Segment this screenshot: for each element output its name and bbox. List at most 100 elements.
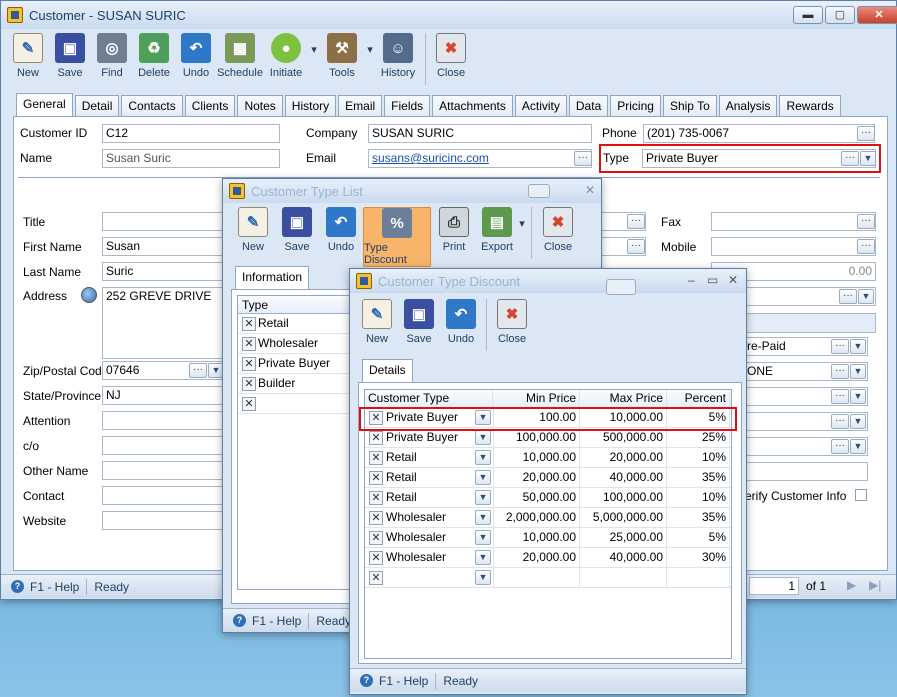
phone-lookup-button[interactable]: ···	[857, 126, 875, 141]
col-percent[interactable]: Percent	[667, 390, 730, 408]
ship-dropdown-button[interactable]: ▼	[850, 364, 866, 379]
right-combo-1-dropdown[interactable]: ▼	[858, 289, 874, 304]
co-field[interactable]	[102, 436, 227, 455]
delete-row-icon[interactable]: ✕	[242, 397, 256, 411]
find-button[interactable]: ◎ Find	[91, 33, 133, 79]
delete-row-icon[interactable]: ✕	[369, 431, 383, 445]
min-price-cell[interactable]: 20,000.00	[493, 468, 580, 488]
tab-general[interactable]: General	[16, 93, 73, 116]
customer-type-cell[interactable]: Wholesaler	[383, 528, 475, 548]
help-label[interactable]: F1 - Help	[252, 614, 301, 628]
max-price-cell[interactable]	[580, 568, 667, 588]
type-cell[interactable]: Retail	[258, 316, 289, 330]
close-button[interactable]: ✖ Close	[430, 33, 472, 79]
min-price-cell[interactable]: 100,000.00	[493, 428, 580, 448]
delete-button[interactable]: ♻ Delete	[133, 33, 175, 79]
name-field[interactable]: Susan Suric	[102, 149, 280, 168]
percent-cell[interactable]: 30%	[667, 548, 730, 568]
email-link[interactable]: susans@suricinc.com	[372, 151, 489, 165]
export-button[interactable]: ▤ Export	[477, 207, 517, 253]
help-label[interactable]: F1 - Help	[379, 674, 428, 688]
delete-row-icon[interactable]: ✕	[242, 357, 256, 371]
discount-row[interactable]: ✕ Wholesaler ▼ 20,000.00 40,000.00 30%	[365, 548, 731, 568]
tab-data[interactable]: Data	[568, 95, 609, 116]
percent-cell[interactable]: 35%	[667, 508, 730, 528]
next-page-icon[interactable]: ▶	[847, 578, 856, 592]
max-price-cell[interactable]: 25,000.00	[580, 528, 667, 548]
other-name-field[interactable]	[102, 461, 227, 480]
delete-row-icon[interactable]: ✕	[242, 377, 256, 391]
min-price-cell[interactable]: 20,000.00	[493, 548, 580, 568]
delete-row-icon[interactable]: ✕	[369, 511, 383, 525]
company-field[interactable]: SUSAN SURIC	[368, 124, 592, 143]
percent-cell[interactable]: 10%	[667, 448, 730, 468]
type-cell[interactable]: Builder	[258, 376, 295, 390]
right-field-6[interactable]	[743, 462, 868, 481]
right-field-4-dropdown[interactable]: ▼	[850, 414, 866, 429]
max-price-cell[interactable]: 500,000.00	[580, 428, 667, 448]
initiate-button[interactable]: ● Initiate	[263, 33, 309, 79]
discount-row[interactable]: ✕ Private Buyer ▼ 100,000.00 500,000.00 25%	[365, 428, 731, 448]
type-list-row[interactable]: ✕ Private Buyer	[238, 354, 366, 374]
zip-lookup-button[interactable]: ···	[189, 363, 207, 378]
discount-restore-icon[interactable]	[606, 279, 636, 295]
col-customer-type[interactable]: Customer Type	[365, 390, 493, 408]
type-cell[interactable]: Wholesaler	[258, 336, 318, 350]
title-field[interactable]	[102, 212, 227, 231]
right-field-4-lookup[interactable]: ···	[831, 414, 849, 429]
tools-button[interactable]: ⚒ Tools	[319, 33, 365, 79]
percent-cell[interactable]: 10%	[667, 488, 730, 508]
last-page-icon[interactable]: ▶|	[869, 578, 881, 592]
discount-minimize-icon[interactable]: –	[688, 273, 695, 287]
tab-clients[interactable]: Clients	[184, 95, 236, 116]
undo-button[interactable]: ↶ Undo	[175, 33, 217, 79]
first-name-field[interactable]: Susan	[102, 237, 227, 256]
maximize-button[interactable]: ▢	[825, 6, 855, 24]
fax-field[interactable]	[711, 212, 876, 231]
terms-dropdown-button[interactable]: ▼	[850, 339, 866, 354]
max-price-cell[interactable]: 40,000.00	[580, 468, 667, 488]
type-list-row[interactable]: ✕ Retail	[238, 314, 366, 334]
close-window-button[interactable]: ✕	[857, 6, 897, 24]
min-price-cell[interactable]: 10,000.00	[493, 448, 580, 468]
customer-type-cell[interactable]: Wholesaler	[383, 508, 475, 528]
tab-attachments[interactable]: Attachments	[432, 95, 513, 116]
print-button[interactable]: ⎙ Print	[431, 207, 477, 253]
type-list-close-icon[interactable]: ✕	[585, 183, 595, 197]
type-list-row[interactable]: ✕	[238, 394, 366, 414]
export-dropdown[interactable]: ▾	[517, 207, 527, 230]
delete-row-icon[interactable]: ✕	[369, 491, 383, 505]
discount-close-button[interactable]: ✖ Close	[491, 299, 533, 345]
right-field-3-dropdown[interactable]: ▼	[850, 389, 866, 404]
tab-rewards[interactable]: Rewards	[779, 95, 841, 116]
save-button[interactable]: ▣ Save	[49, 33, 91, 79]
discount-row[interactable]: ✕ ▼	[365, 568, 731, 588]
max-price-cell[interactable]: 100,000.00	[580, 488, 667, 508]
delete-row-icon[interactable]: ✕	[369, 451, 383, 465]
delete-row-icon[interactable]: ✕	[369, 471, 383, 485]
tab-pricing[interactable]: Pricing	[610, 95, 661, 116]
max-price-cell[interactable]: 5,000,000.00	[580, 508, 667, 528]
customer-type-cell[interactable]: Wholesaler	[383, 548, 475, 568]
tab-activity[interactable]: Activity	[514, 95, 567, 116]
min-price-cell[interactable]: 50,000.00	[493, 488, 580, 508]
discount-maximize-icon[interactable]: ▭	[707, 273, 718, 287]
type-discount-button[interactable]: % Type Discount	[363, 207, 431, 267]
type-list-close-button[interactable]: ✖ Close	[536, 207, 580, 253]
percent-cell[interactable]: 5%	[667, 528, 730, 548]
percent-cell[interactable]	[667, 568, 730, 588]
tab-detail[interactable]: Detail	[74, 95, 120, 116]
delete-row-icon[interactable]: ✕	[369, 571, 383, 585]
type-column-header[interactable]: Type	[238, 296, 366, 314]
tab-information[interactable]: Information	[235, 266, 310, 289]
percent-cell[interactable]: 35%	[667, 468, 730, 488]
website-field[interactable]	[102, 511, 227, 530]
tab-fields[interactable]: Fields	[384, 95, 431, 116]
customer-type-dropdown[interactable]: ▼	[475, 490, 491, 505]
schedule-button[interactable]: ▦ Schedule	[217, 33, 263, 79]
history-button[interactable]: ☺ History	[375, 33, 421, 79]
discount-row[interactable]: ✕ Wholesaler ▼ 10,000.00 25,000.00 5%	[365, 528, 731, 548]
fax-lookup-button[interactable]: ···	[857, 214, 875, 229]
mobile-field[interactable]	[711, 237, 876, 256]
right-field-5-dropdown[interactable]: ▼	[850, 439, 866, 454]
